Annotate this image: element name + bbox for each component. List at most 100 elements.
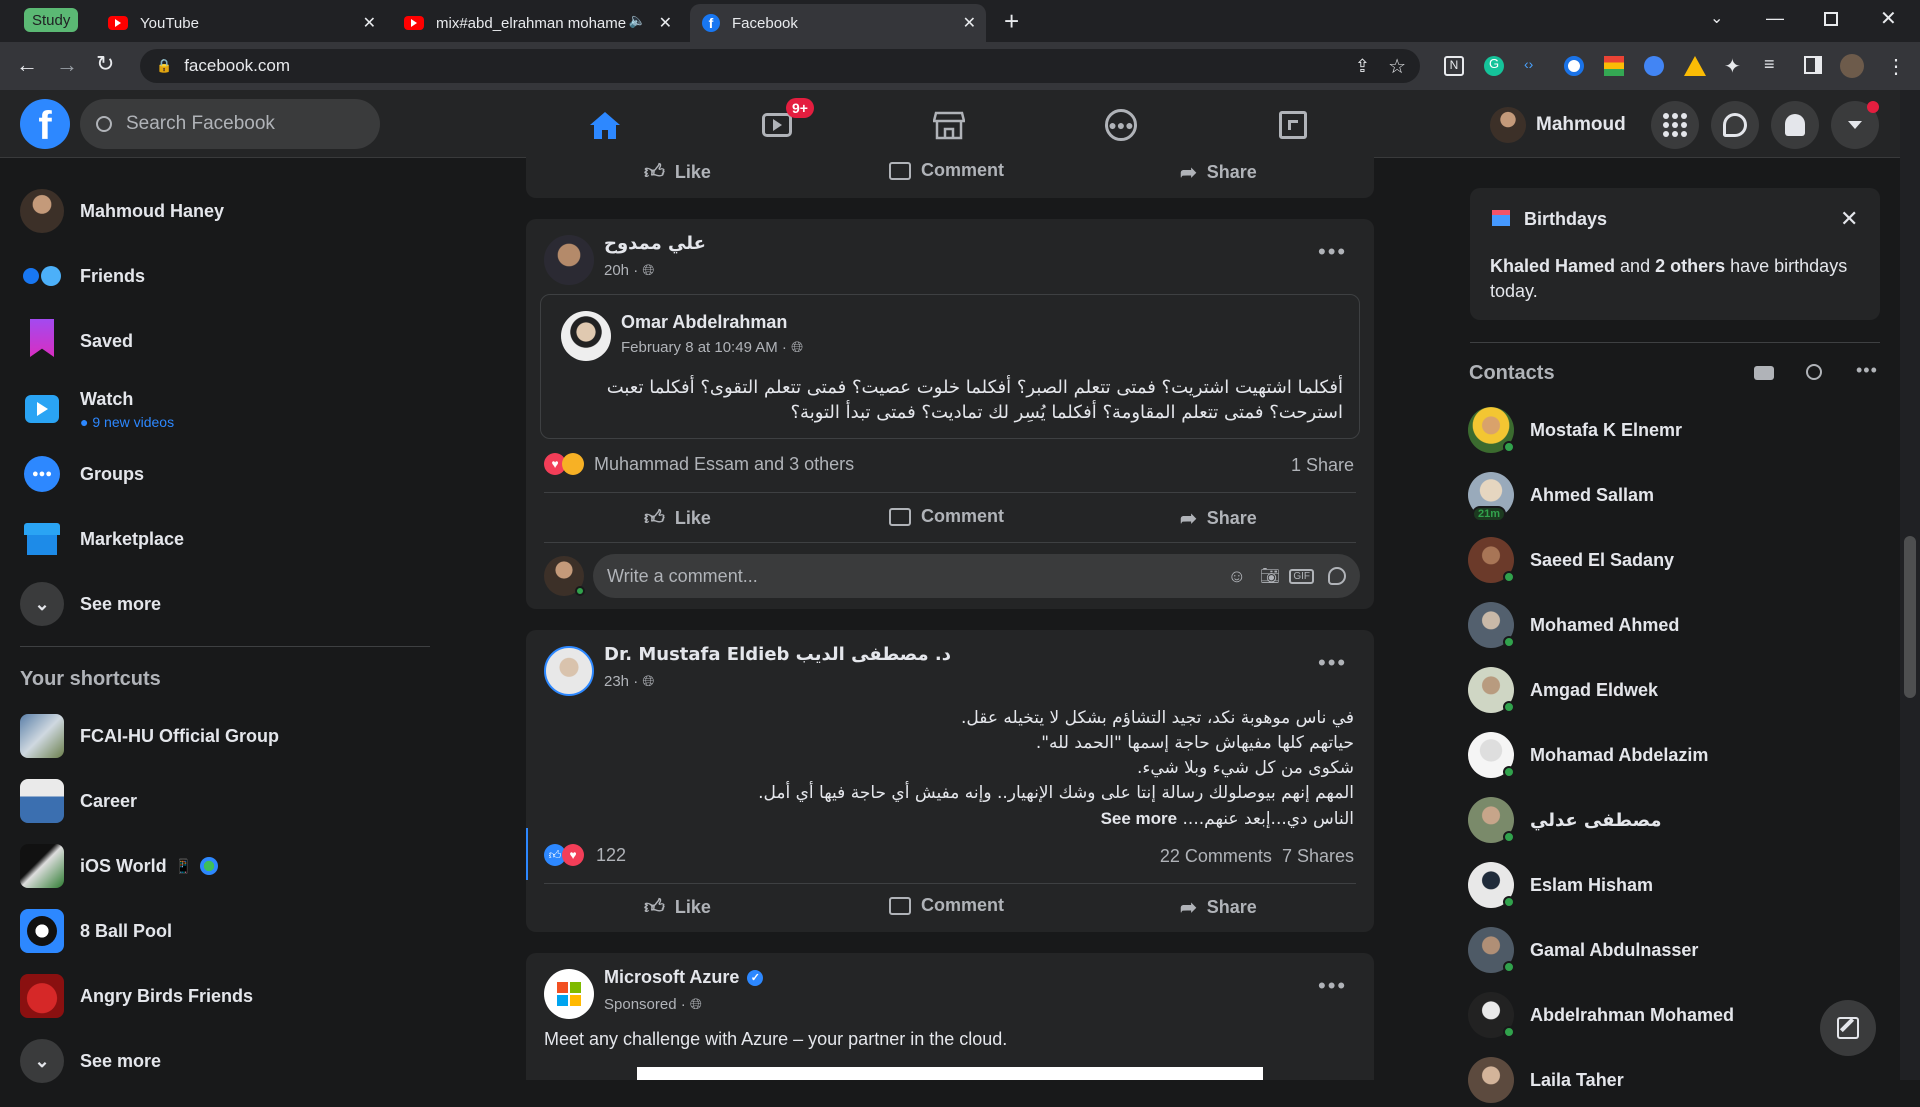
sticker-icon[interactable] [1328, 567, 1346, 585]
contact-item[interactable]: Mostafa K Elnemr [1468, 403, 1682, 457]
contact-item[interactable]: Mohamed Ahmed [1468, 598, 1679, 652]
shortcut-career[interactable]: Career [20, 776, 137, 826]
reload-icon[interactable]: ↻ [96, 51, 114, 77]
new-tab-icon[interactable]: + [1004, 6, 1019, 37]
bookmark-star-icon[interactable]: ☆ [1388, 54, 1406, 79]
forward-icon[interactable]: → [56, 52, 78, 78]
ad-image[interactable] [637, 1067, 1263, 1080]
nav-watch[interactable]: 9+ [692, 96, 862, 154]
reactions-summary[interactable]: ♥ Muhammad Essam and 3 others [544, 453, 854, 475]
camera-icon[interactable]: 📷︎ [1260, 566, 1280, 586]
post-time[interactable]: Sponsored · 🌐︎ [604, 996, 702, 1013]
account-button[interactable] [1831, 101, 1879, 149]
shortcuts-see-more[interactable]: ⌄ See more [20, 1036, 161, 1086]
audio-playing-icon[interactable]: 🔈 [629, 12, 646, 29]
extension-icon[interactable] [1564, 56, 1584, 76]
restore-icon[interactable] [1824, 12, 1838, 26]
reactions-summary[interactable]: 👍︎ ♥ 122 [544, 844, 626, 866]
tab-group-label[interactable]: Study [24, 8, 79, 32]
notion-icon[interactable]: N [1444, 56, 1464, 76]
google-drive-icon[interactable] [1684, 56, 1706, 76]
shared-post[interactable]: Omar Abdelrahman February 8 at 10:49 AM … [540, 294, 1360, 439]
comments-shares-count[interactable]: 22 Comments 7 Shares [1160, 846, 1354, 867]
share-button[interactable]: ➦ Share [1180, 895, 1257, 920]
new-message-button[interactable] [1820, 1000, 1876, 1056]
contact-item[interactable]: Saeed El Sadany [1468, 533, 1674, 587]
post-time[interactable]: 23h · 🌐︎ [604, 673, 654, 690]
sidebar-item-profile[interactable]: Mahmoud Haney [20, 186, 224, 236]
shared-time[interactable]: February 8 at 10:49 AM · 🌐︎ [621, 339, 803, 356]
post-options-icon[interactable]: ••• [1318, 973, 1347, 999]
share-button[interactable]: ➦ Share [1180, 160, 1257, 185]
sidebar-item-friends[interactable]: Friends [20, 251, 145, 301]
post-options-icon[interactable]: ••• [1318, 239, 1347, 265]
extension-icon[interactable] [1604, 56, 1624, 76]
grammarly-icon[interactable]: G [1484, 56, 1504, 76]
comment-button[interactable]: Comment [889, 506, 1004, 527]
address-bar[interactable]: 🔒 facebook.com ⇪ ☆ [140, 49, 1420, 83]
sidebar-item-saved[interactable]: Saved [20, 316, 133, 366]
side-panel-icon[interactable] [1804, 56, 1822, 74]
shortcut-angry-birds[interactable]: Angry Birds Friends [20, 971, 253, 1021]
nav-groups[interactable]: ●●● [1036, 96, 1206, 154]
notifications-button[interactable] [1771, 101, 1819, 149]
microsoft-logo-icon[interactable] [544, 969, 594, 1019]
comment-button[interactable]: Comment [889, 160, 1004, 181]
facebook-logo-icon[interactable]: f [20, 99, 70, 149]
sidebar-item-watch[interactable]: Watch ● 9 new videos [20, 381, 174, 437]
extension-icon[interactable] [1644, 56, 1664, 76]
extensions-puzzle-icon[interactable]: ✦ [1724, 54, 1741, 79]
contact-item[interactable]: 21m Ahmed Sallam [1468, 468, 1654, 522]
share-button[interactable]: ➦ Share [1180, 506, 1257, 531]
tab-youtube[interactable]: YouTube ✕ [96, 4, 386, 42]
nav-marketplace[interactable] [864, 96, 1034, 154]
media-control-icon[interactable]: ≡ [1764, 54, 1775, 75]
contact-item[interactable]: Gamal Abdulnasser [1468, 923, 1698, 977]
contact-item[interactable]: Laila Taher [1468, 1053, 1624, 1107]
shared-author-avatar[interactable] [561, 311, 611, 361]
post-options-icon[interactable]: ••• [1318, 650, 1347, 676]
browser-profile-avatar[interactable] [1840, 54, 1864, 78]
author-avatar[interactable] [544, 646, 594, 696]
comment-button[interactable]: Comment [889, 895, 1004, 916]
close-tab-icon[interactable]: ✕ [963, 13, 976, 33]
close-window-icon[interactable]: ✕ [1880, 6, 1897, 31]
author-avatar[interactable] [544, 235, 594, 285]
scrollbar-thumb[interactable] [1904, 536, 1916, 698]
shares-count[interactable]: 1 Share [1291, 455, 1354, 476]
tab-search-icon[interactable]: ⌄ [1710, 8, 1723, 28]
contact-item[interactable]: Amgad Eldwek [1468, 663, 1658, 717]
search-contacts-icon[interactable] [1806, 364, 1822, 380]
messenger-button[interactable] [1711, 101, 1759, 149]
contact-item[interactable]: Eslam Hisham [1468, 858, 1653, 912]
browser-menu-icon[interactable]: ⋮ [1886, 54, 1906, 79]
share-page-icon[interactable]: ⇪ [1355, 56, 1370, 77]
shortcut-8-ball-pool[interactable]: 8 Ball Pool [20, 906, 172, 956]
like-button[interactable]: 👍︎ Like [644, 506, 711, 530]
search-facebook-input[interactable]: Search Facebook [80, 99, 380, 149]
back-icon[interactable]: ← [16, 52, 38, 78]
post-time[interactable]: 20h · 🌐︎ [604, 262, 654, 279]
nav-home[interactable] [520, 96, 690, 154]
contacts-options-icon[interactable]: ••• [1856, 360, 1878, 381]
emoji-icon[interactable]: ☺ [1228, 566, 1246, 587]
tab-youtube-mix[interactable]: mix#abd_elrahman mohame 🔈 ✕ [392, 4, 682, 42]
see-more-link[interactable]: See more [1101, 809, 1178, 828]
post-author[interactable]: Microsoft Azure ✓ [604, 967, 764, 988]
code-extension-icon[interactable]: ‹› [1524, 56, 1533, 72]
comment-input[interactable]: Write a comment... ☺ 📷︎ GIF [593, 554, 1360, 598]
gif-icon[interactable]: GIF [1289, 568, 1314, 584]
like-button[interactable]: 👍︎ Like [644, 895, 711, 919]
contact-item[interactable]: Abdelrahman Mohamed [1468, 988, 1734, 1042]
shortcut-fcai[interactable]: FCAI-HU Official Group [20, 711, 279, 761]
page-scrollbar[interactable] [1900, 90, 1920, 1080]
minimize-icon[interactable]: — [1766, 8, 1784, 29]
post-author[interactable]: علي ممدوح [604, 233, 706, 254]
sidebar-item-groups[interactable]: ●●● Groups [20, 449, 144, 499]
shortcut-ios-world[interactable]: iOS World 📱 [20, 841, 219, 891]
close-tab-icon[interactable]: ✕ [659, 13, 672, 33]
sidebar-see-more[interactable]: ⌄ See more [20, 579, 161, 629]
shared-author[interactable]: Omar Abdelrahman [621, 312, 787, 333]
post-author[interactable]: Dr. Mustafa Eldieb د. مصطفى الديب [604, 644, 951, 665]
birthdays-card[interactable]: Birthdays ✕ Khaled Hamed and 2 others ha… [1470, 188, 1880, 320]
